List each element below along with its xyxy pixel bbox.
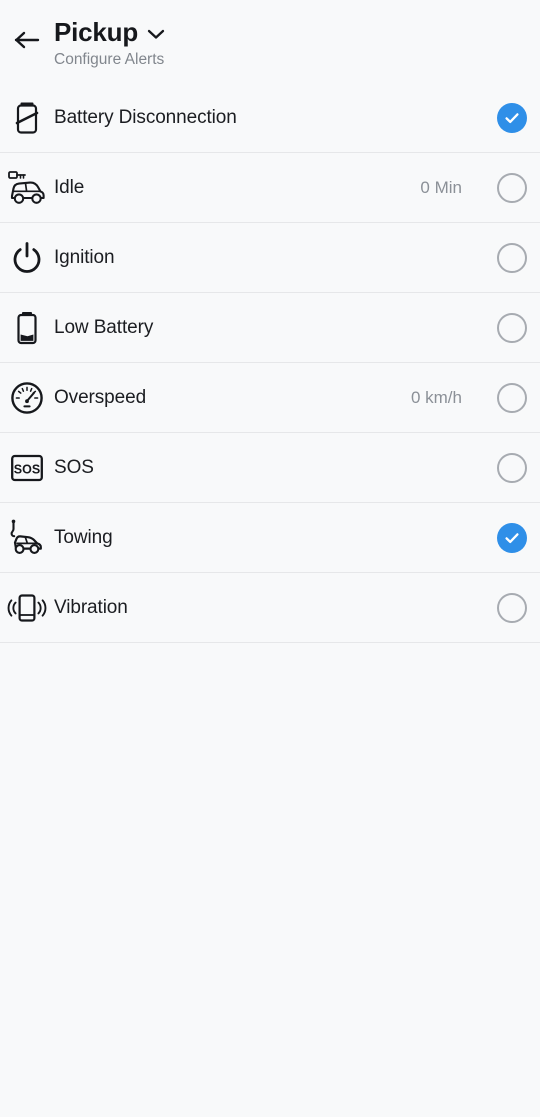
overspeed-speedometer-icon <box>0 380 54 416</box>
page-title: Pickup <box>54 17 139 47</box>
page-subtitle: Configure Alerts <box>54 50 165 68</box>
svg-text:SOS: SOS <box>14 462 40 476</box>
alert-checkbox-overspeed[interactable] <box>484 382 540 413</box>
alert-row-battery-disconnection[interactable]: Battery Disconnection <box>0 83 540 154</box>
header-text-group: Pickup Configure Alerts <box>54 18 165 69</box>
checkbox-unchecked <box>497 592 527 623</box>
alert-value: 0 Min <box>420 177 462 197</box>
alert-label: Idle <box>54 176 85 198</box>
configure-alerts-screen: Pickup Configure Alerts Battery Disconne… <box>0 0 540 1117</box>
low-battery-icon <box>0 309 54 347</box>
ignition-power-icon <box>0 240 54 276</box>
alert-label: Low Battery <box>54 316 154 338</box>
alert-label: Vibration <box>54 596 128 618</box>
alert-row-overspeed[interactable]: Overspeed 0 km/h <box>0 363 540 434</box>
back-button[interactable] <box>0 18 54 50</box>
alert-checkbox-idle[interactable] <box>484 172 540 203</box>
alert-row-idle[interactable]: Idle 0 Min <box>0 153 540 224</box>
alert-row-ignition[interactable]: Ignition <box>0 223 540 294</box>
alert-row-towing[interactable]: Towing <box>0 503 540 574</box>
arrow-left-icon <box>13 30 41 50</box>
alert-checkbox-vibration[interactable] <box>484 592 540 623</box>
checkbox-checked <box>497 103 527 134</box>
battery-disconnection-icon <box>0 99 54 137</box>
vibration-icon <box>0 590 54 626</box>
alert-label: SOS <box>54 456 94 478</box>
alert-checkbox-battery-disconnection[interactable] <box>484 103 540 134</box>
checkbox-unchecked <box>497 172 527 203</box>
alert-list: Battery Disconnection Idle 0 Min Ignitio… <box>0 83 540 644</box>
alert-row-low-battery[interactable]: Low Battery <box>0 293 540 364</box>
idle-car-key-icon <box>0 169 54 207</box>
towing-icon <box>0 518 54 558</box>
checkbox-unchecked <box>497 452 527 483</box>
checkbox-unchecked <box>497 242 527 273</box>
checkbox-unchecked <box>497 382 527 413</box>
empty-area <box>0 643 540 1117</box>
alert-checkbox-low-battery[interactable] <box>484 312 540 343</box>
alert-label: Towing <box>54 526 113 548</box>
alert-label: Battery Disconnection <box>54 107 237 129</box>
alert-checkbox-towing[interactable] <box>484 522 540 553</box>
checkbox-unchecked <box>497 312 527 343</box>
sos-icon: SOS <box>0 452 54 484</box>
alert-row-vibration[interactable]: Vibration <box>0 573 540 644</box>
alert-checkbox-ignition[interactable] <box>484 242 540 273</box>
checkbox-checked <box>497 522 527 553</box>
alert-checkbox-sos[interactable] <box>484 452 540 483</box>
alert-row-sos[interactable]: SOS SOS <box>0 433 540 504</box>
alert-value: 0 km/h <box>410 387 462 407</box>
vehicle-selector[interactable]: Pickup <box>54 18 165 47</box>
alert-label: Overspeed <box>54 386 147 408</box>
app-header: Pickup Configure Alerts <box>0 0 540 84</box>
alert-label: Ignition <box>54 246 115 268</box>
chevron-down-icon[interactable] <box>147 28 165 40</box>
